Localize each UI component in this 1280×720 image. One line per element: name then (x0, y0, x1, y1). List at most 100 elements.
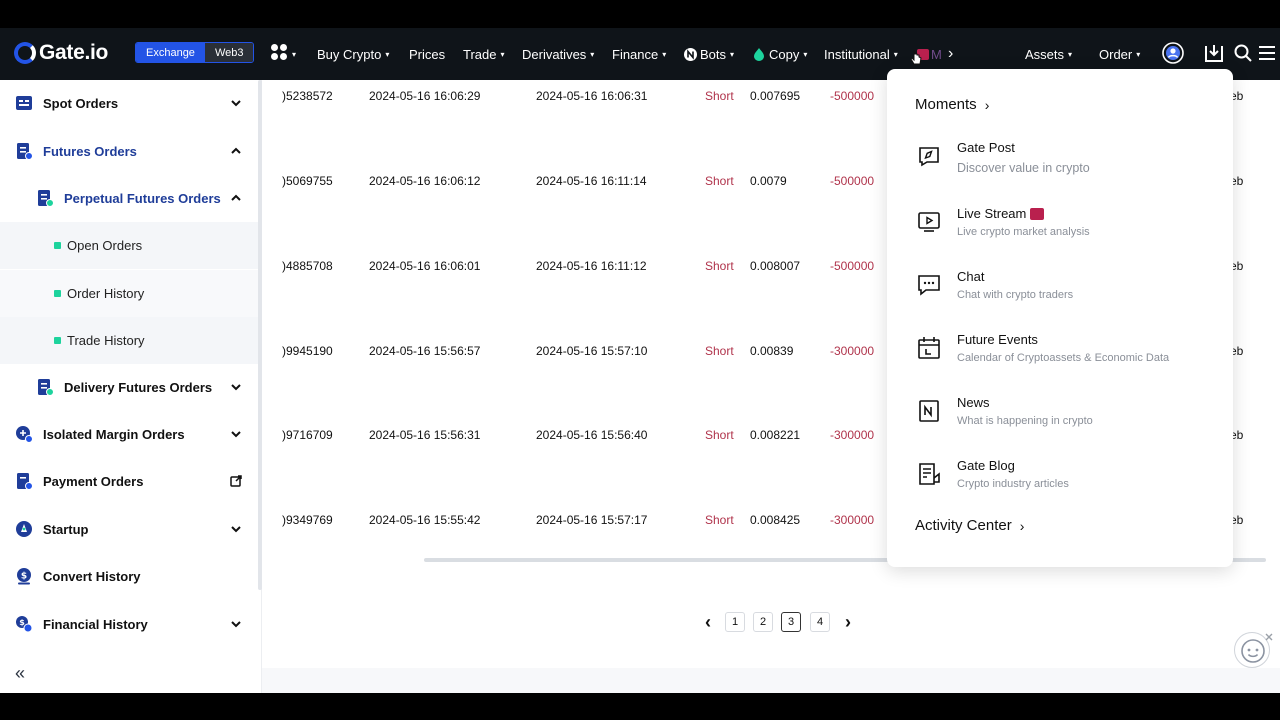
updated-time: 2024-05-16 16:11:12 (536, 259, 647, 273)
price: 0.007695 (750, 89, 801, 103)
nav-finance[interactable]: Finance ▾ (612, 28, 666, 80)
convert-coin-icon: $ (17, 568, 31, 585)
spot-orders-icon (16, 96, 32, 110)
menu-item-gate-blog[interactable]: Gate Blog Crypto industry articles (917, 458, 1217, 502)
size: -500000 (830, 89, 875, 103)
created-time: 2024-05-16 15:55:42 (369, 513, 481, 527)
external-link-icon (230, 475, 242, 487)
chevron-down-icon (231, 384, 241, 391)
bullet-dot (54, 290, 61, 297)
menu-item-gate-post[interactable]: Gate Post Discover value in crypto (917, 140, 1217, 184)
size: -500000 (830, 174, 875, 188)
updated-time: 2024-05-16 16:11:14 (536, 174, 647, 188)
order-id: )9945190 (282, 344, 333, 358)
menu-icon[interactable] (1256, 42, 1278, 64)
apps-grid-icon[interactable] (271, 44, 291, 64)
futures-orders-icon (17, 143, 33, 160)
sidebar-item-payment-orders[interactable]: Payment Orders (0, 458, 258, 505)
created-time: 2024-05-16 16:06:12 (369, 174, 481, 188)
startup-rocket-icon (16, 521, 32, 537)
chevron-down-icon (231, 431, 241, 438)
sidebar-item-startup[interactable]: Startup (0, 506, 258, 553)
price: 0.0079 (750, 174, 787, 188)
nav-trade[interactable]: Trade ▾ (463, 28, 505, 80)
financial-history-icon: $ (16, 616, 33, 633)
created-time: 2024-05-16 15:56:31 (369, 428, 481, 442)
nav-institutional[interactable]: Institutional ▾ (824, 28, 898, 80)
nav-buy-crypto[interactable]: Buy Crypto ▾ (317, 28, 389, 80)
menu-item-chat[interactable]: Chat Chat with crypto traders (917, 269, 1217, 313)
sidebar-item-trade-history[interactable]: Trade History (0, 317, 258, 364)
chevron-down-icon (231, 100, 241, 107)
app-window: Gate.io Exchange Web3 ▾ Buy Crypto ▾ Pric… (0, 28, 1280, 693)
order-id: )9349769 (282, 513, 333, 527)
page-button[interactable]: 4 (810, 612, 830, 632)
gateio-logo-mark (14, 42, 36, 64)
collapse-sidebar-button[interactable]: « (15, 663, 25, 684)
side: Short (705, 428, 734, 442)
user-avatar-icon[interactable] (1162, 42, 1184, 64)
nav-derivatives[interactable]: Derivatives ▾ (522, 28, 594, 80)
activity-center-link[interactable]: Activity Center › (915, 517, 1024, 534)
search-icon[interactable] (1232, 42, 1254, 64)
sidebar-item-delivery-futures-orders[interactable]: Delivery Futures Orders (0, 364, 258, 411)
order-id: )4885708 (282, 259, 333, 273)
nav-bots[interactable]: Bots ▾ (684, 28, 734, 80)
sidebar-item-isolated-margin-orders[interactable]: Isolated Margin Orders (0, 411, 258, 458)
exchange-toggle[interactable]: Exchange (136, 43, 205, 62)
order-id: )5238572 (282, 89, 333, 103)
price: 0.008007 (750, 259, 801, 273)
perpetual-futures-icon (38, 190, 54, 207)
sidebar-item-futures-orders[interactable]: Futures Orders (0, 128, 258, 175)
prev-page-button[interactable]: ‹ (698, 612, 718, 632)
created-time: 2024-05-16 16:06:01 (369, 259, 481, 273)
moments-header-link[interactable]: Moments › (915, 96, 989, 113)
updated-time: 2024-05-16 15:57:17 (536, 513, 648, 527)
menu-item-live-stream[interactable]: Live Stream Live crypto market analysis (917, 206, 1217, 250)
nav-copy[interactable]: Copy ▾ (753, 28, 807, 80)
exchange-web3-switch: Exchange Web3 (135, 42, 255, 63)
sidebar-item-order-history[interactable]: Order History (0, 270, 258, 317)
page-button-current[interactable]: 3 (781, 612, 801, 632)
gateio-logo[interactable]: Gate.io (14, 41, 108, 65)
size: -300000 (830, 428, 875, 442)
order-id: )5069755 (282, 174, 333, 188)
side: Short (705, 259, 734, 273)
isolated-margin-icon (16, 426, 33, 443)
next-page-button[interactable]: › (838, 612, 858, 632)
news-icon (919, 400, 939, 422)
live-badge-icon (1030, 207, 1045, 220)
price: 0.008221 (750, 428, 801, 442)
menu-item-news[interactable]: News What is happening in crypto (917, 395, 1217, 439)
svg-text:$: $ (21, 572, 27, 582)
bullet-dot (54, 337, 61, 344)
sidebar-item-financial-history[interactable]: $ Financial History (0, 601, 258, 648)
order-id: )9716709 (282, 428, 333, 442)
payment-orders-icon (17, 473, 33, 490)
compass-chat-icon (919, 147, 939, 167)
close-icon[interactable] (1264, 632, 1274, 642)
page-button[interactable]: 1 (725, 612, 745, 632)
size: -500000 (830, 259, 875, 273)
sidebar-item-open-orders[interactable]: Open Orders (0, 222, 258, 269)
mouse-cursor-icon (910, 50, 922, 65)
size: -300000 (830, 513, 875, 527)
side: Short (705, 89, 734, 103)
chat-bubble-icon (918, 275, 940, 296)
nav-prices[interactable]: Prices (409, 28, 445, 80)
download-icon[interactable] (1203, 42, 1225, 64)
chevron-up-icon (231, 147, 241, 154)
page-button[interactable]: 2 (753, 612, 773, 632)
sidebar-item-spot-orders[interactable]: Spot Orders (0, 80, 258, 127)
menu-item-future-events[interactable]: Future Events Calendar of Cryptoassets &… (917, 332, 1217, 376)
sidebar: Spot Orders Futures Orders Perpetual Fut… (0, 80, 262, 693)
side: Short (705, 513, 734, 527)
web3-toggle[interactable]: Web3 (204, 43, 254, 62)
side: Short (705, 174, 734, 188)
delivery-futures-icon (38, 379, 54, 396)
sidebar-item-perpetual-futures-orders[interactable]: Perpetual Futures Orders (0, 175, 258, 222)
sidebar-item-convert-history[interactable]: $ Convert History (0, 553, 258, 600)
blog-doc-icon (919, 463, 940, 485)
created-time: 2024-05-16 15:56:57 (369, 344, 481, 358)
footer-strip (262, 668, 1280, 693)
